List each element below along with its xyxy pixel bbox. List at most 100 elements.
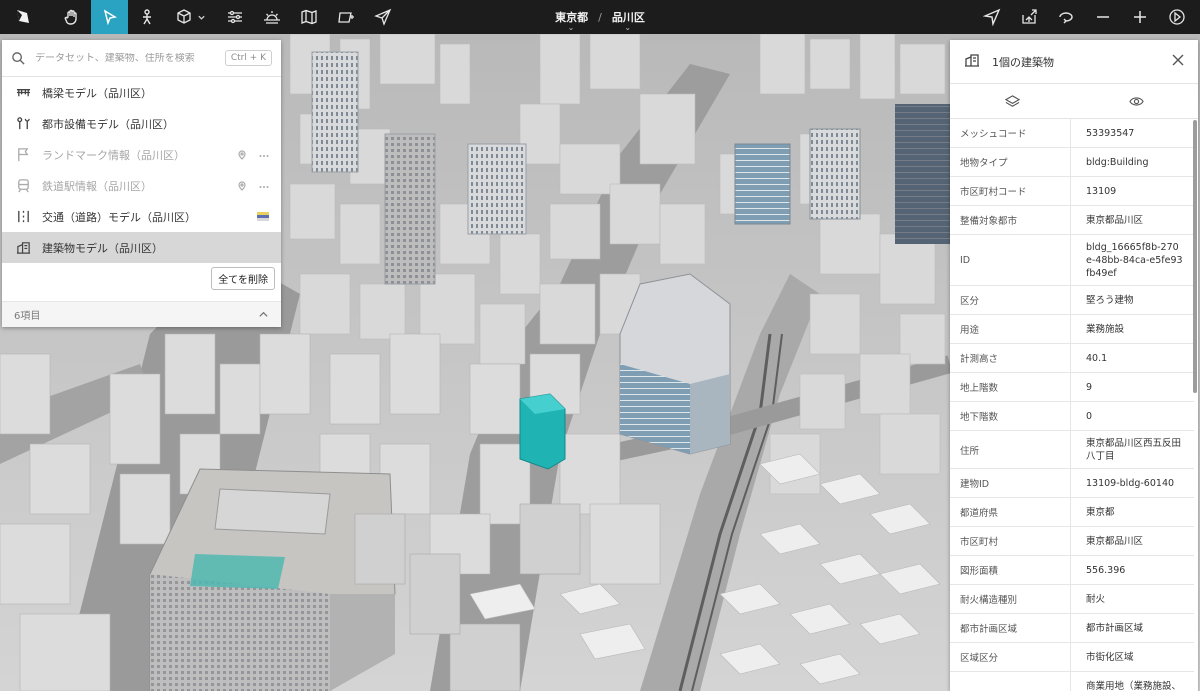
map-icon[interactable]	[292, 0, 326, 34]
tab-visibility[interactable]	[1074, 84, 1198, 118]
top-toolbar: 東京都 ⌄ / 品川区 ⌄	[0, 0, 1200, 34]
attribute-key: 都市計画区域	[950, 614, 1071, 642]
search-input[interactable]	[35, 52, 225, 64]
breadcrumb-ward[interactable]: 品川区 ⌄	[612, 9, 645, 32]
layers-icon	[1004, 94, 1020, 107]
location-pin-icon[interactable]	[237, 149, 247, 160]
dataset-item-actions	[257, 201, 269, 232]
dataset-item-landmark[interactable]: ランドマーク情報（品川区）	[2, 139, 281, 170]
plus-icon[interactable]	[1123, 0, 1157, 34]
dataset-item-building[interactable]: 建築物モデル（品川区）	[2, 232, 281, 263]
attribute-key: 市区町村	[950, 527, 1071, 555]
chevron-up-icon[interactable]	[258, 309, 269, 320]
table-row: 地物タイプ bldg:Building	[950, 148, 1194, 177]
sunrise-icon[interactable]	[255, 0, 289, 34]
attribute-key	[950, 672, 1071, 691]
layers-plus-icon[interactable]	[329, 0, 363, 34]
building-icon	[964, 52, 980, 71]
more-dots-icon[interactable]	[259, 181, 269, 191]
dataset-count: 6項目	[14, 311, 41, 322]
table-row: 市区町村 東京都品川区	[950, 527, 1194, 556]
attribute-value: 東京都品川区	[1086, 535, 1144, 547]
train-icon	[14, 177, 32, 195]
attribute-value: bldg:Building	[1086, 156, 1149, 168]
attribute-value: 東京都品川区	[1086, 214, 1144, 226]
attribute-value: 商業用地（業務施設、	[1086, 680, 1182, 691]
close-icon[interactable]	[1172, 54, 1184, 69]
app-logo-icon[interactable]	[6, 0, 40, 34]
attribute-value: 堅ろう建物	[1086, 294, 1134, 306]
table-row: 都市計画区域 都市計画区域	[950, 614, 1194, 643]
table-row: 地下階数 0	[950, 402, 1194, 431]
table-row: 図形面積 556.396	[950, 556, 1194, 585]
attribute-key: 地物タイプ	[950, 148, 1071, 176]
cursor-icon[interactable]	[91, 0, 128, 34]
attribute-value: 業務施設	[1086, 323, 1125, 335]
search-shortcut-badge: Ctrl + K	[224, 50, 272, 66]
inspector-scrollbar[interactable]	[1193, 120, 1197, 393]
attribute-key: 計測高さ	[950, 344, 1071, 372]
table-row: 市区町村コード 13109	[950, 177, 1194, 206]
attribute-value: 東京都品川区西五反田八丁目	[1086, 437, 1182, 462]
inspector-header: 1個の建築物	[950, 40, 1198, 84]
attribute-value: 東京都	[1086, 506, 1115, 518]
share-icon[interactable]	[1012, 0, 1046, 34]
attribute-key: 用途	[950, 315, 1071, 343]
locate-icon[interactable]	[975, 0, 1009, 34]
breadcrumb-separator: /	[598, 10, 602, 24]
more-dots-icon[interactable]	[259, 150, 269, 160]
sliders-icon[interactable]	[218, 0, 252, 34]
road-icon	[14, 208, 32, 226]
attribute-value: 13109	[1086, 185, 1117, 197]
attribute-key: 耐火構造種別	[950, 585, 1071, 613]
dataset-item-label: 橋梁モデル（品川区）	[42, 86, 152, 100]
attribute-value: 53393547	[1086, 127, 1135, 139]
attribute-value: 耐火	[1086, 593, 1106, 605]
location-pin-icon[interactable]	[237, 180, 247, 191]
dataset-panel-footer: 6項目	[2, 301, 281, 327]
table-row: ID bldg_16665f8b-270e-48bb-84ca-e5fe93fb4…	[950, 235, 1194, 286]
dataset-item-station[interactable]: 鉄道駅情報（品川区）	[2, 170, 281, 201]
dataset-item-actions	[237, 170, 269, 201]
street-furniture-icon	[14, 115, 32, 133]
attribute-value: 9	[1086, 381, 1093, 393]
attribute-key: メッシュコード	[950, 119, 1071, 147]
dataset-item-road[interactable]: 交通（道路）モデル（品川区）	[2, 201, 281, 232]
building-icon	[14, 239, 32, 257]
attribute-key: 建物ID	[950, 469, 1071, 497]
inspector-title: 1個の建築物	[992, 55, 1054, 69]
pedestrian-icon[interactable]	[130, 0, 164, 34]
panel-actions: 全てを削除	[2, 263, 281, 293]
minus-icon[interactable]	[1086, 0, 1120, 34]
attribute-key: 地下階数	[950, 402, 1071, 430]
inspector-panel: 1個の建築物 メッシュコード 53393547 地物タイプ bldg:Buildin…	[950, 40, 1198, 691]
dataset-item-label: 鉄道駅情報（品川区）	[42, 179, 152, 193]
road-legend-swatch[interactable]	[257, 212, 269, 221]
table-row: 整備対象都市 東京都品川区	[950, 206, 1194, 235]
table-row: 用途 業務施設	[950, 315, 1194, 344]
dataset-item-street-furniture[interactable]: 都市設備モデル（品川区）	[2, 108, 281, 139]
cube-dropdown-chevron-icon[interactable]	[193, 0, 209, 34]
attribute-key: ID	[950, 235, 1071, 285]
dataset-list: 橋梁モデル（品川区） 都市設備モデル（品川区） ランドマーク情報（品川区） 鉄道…	[2, 77, 281, 263]
table-row: 住所 東京都品川区西五反田八丁目	[950, 431, 1194, 469]
dataset-item-bridge[interactable]: 橋梁モデル（品川区）	[2, 77, 281, 108]
undo-icon[interactable]	[1049, 0, 1083, 34]
table-row: 都道府県 東京都	[950, 498, 1194, 527]
hand-icon[interactable]	[55, 0, 89, 34]
table-row: 計測高さ 40.1	[950, 344, 1194, 373]
attribute-key: 図形面積	[950, 556, 1071, 584]
compass-icon[interactable]	[1160, 0, 1194, 34]
table-row: 区域区分 市街化区域	[950, 643, 1194, 672]
tab-layers[interactable]	[950, 84, 1074, 118]
breadcrumb-prefecture[interactable]: 東京都 ⌄	[555, 9, 588, 32]
attribute-key: 住所	[950, 431, 1071, 468]
table-row: メッシュコード 53393547	[950, 119, 1194, 148]
table-row: 商業用地（業務施設、	[950, 672, 1194, 691]
delete-all-button[interactable]: 全てを削除	[211, 266, 275, 290]
dataset-item-label: 交通（道路）モデル（品川区）	[42, 210, 196, 224]
send-icon[interactable]	[366, 0, 400, 34]
attribute-key: 市区町村コード	[950, 177, 1071, 205]
attribute-key: 整備対象都市	[950, 206, 1071, 234]
chevron-down-icon: ⌄	[624, 23, 632, 32]
